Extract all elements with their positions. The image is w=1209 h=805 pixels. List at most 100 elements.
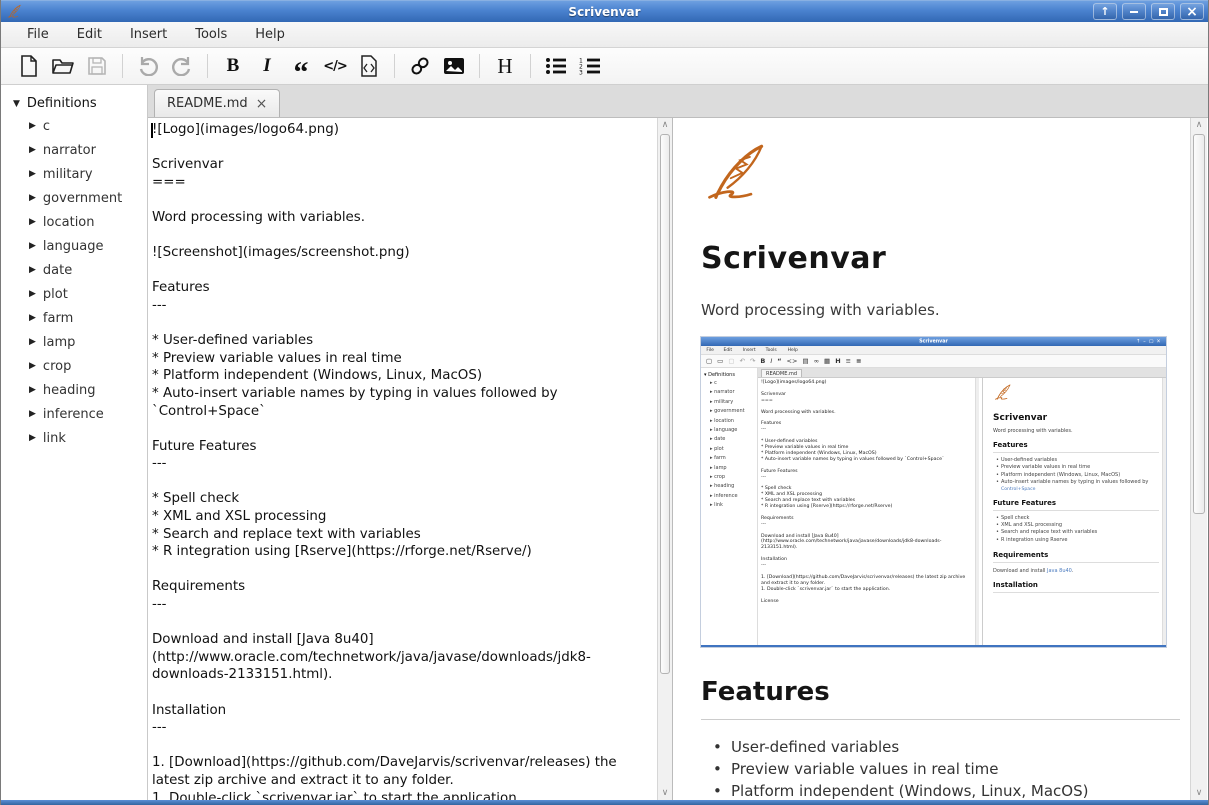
mini-feature-item: Auto-insert variable names by typing in …	[993, 479, 1159, 486]
mini-titlebar: Scrivenvar ↑ – ▢ ×	[701, 337, 1166, 346]
heading-rule	[701, 719, 1180, 720]
tab-readme[interactable]: README.md ×	[154, 89, 280, 117]
feature-item: Preview variable values in real time	[701, 758, 1180, 780]
mini-logo-quill	[993, 382, 1012, 404]
mini-code-chip: Control+Space	[993, 487, 1159, 492]
collapsed-arrow-icon: ▶	[29, 145, 36, 155]
mini-tree-item: ▸ inference	[704, 492, 757, 501]
undo-button[interactable]	[134, 52, 162, 80]
collapsed-arrow-icon: ▶	[29, 313, 36, 323]
mini-tab: README.md	[761, 369, 802, 377]
tree-item-label: narrator	[43, 143, 96, 158]
tree-item[interactable]: ▶ government	[1, 186, 147, 210]
quote-icon: “	[294, 68, 309, 78]
mini-future-list: Spell checkXML and XSL processingSearch …	[993, 515, 1159, 545]
tree-item[interactable]: ▶ crop	[1, 354, 147, 378]
markdown-editor[interactable]: ![Logo](images/logo64.png) Scrivenvar ==…	[149, 118, 657, 800]
tree-item[interactable]: ▶ military	[1, 162, 147, 186]
preview-scroll-thumb[interactable]	[1193, 134, 1205, 514]
toolbar-separator	[479, 54, 480, 78]
mini-future-heading: Future Features	[993, 499, 1159, 511]
redo-icon	[171, 56, 193, 76]
toolbar-separator	[207, 54, 208, 78]
bold-icon: B	[227, 55, 240, 77]
tree-item[interactable]: ▶ narrator	[1, 138, 147, 162]
mini-features-heading: Features	[993, 441, 1159, 453]
code-file-button[interactable]	[355, 52, 383, 80]
editor-scroll-thumb[interactable]	[660, 134, 670, 674]
editor-scrollbar[interactable]: ∧ ∨	[657, 118, 672, 800]
italic-button[interactable]: I	[253, 52, 281, 80]
tree-item[interactable]: ▶ inference	[1, 402, 147, 426]
quote-button[interactable]: “	[287, 52, 315, 80]
tree-item-label: lamp	[43, 335, 76, 350]
tree-item[interactable]: ▶ farm	[1, 306, 147, 330]
menu-file[interactable]: File	[13, 23, 63, 46]
code-button[interactable]: </>	[321, 52, 349, 80]
tree-root-definitions[interactable]: ▼ Definitions	[1, 93, 147, 114]
image-icon	[443, 57, 465, 75]
mini-requirements-text: Download and install Java 8u40.	[993, 568, 1159, 574]
scroll-up-icon[interactable]: ∧	[658, 118, 672, 132]
mini-window-title: Scrivenvar	[748, 339, 1120, 345]
scroll-down-icon[interactable]: ∨	[658, 786, 672, 800]
collapsed-arrow-icon: ▶	[29, 361, 36, 371]
expanded-arrow-icon: ▼	[13, 99, 20, 109]
mini-italic-icon	[770, 357, 772, 365]
tree-item-label: farm	[43, 311, 73, 326]
mini-toolbar	[701, 355, 1166, 368]
open-file-button[interactable]	[49, 52, 77, 80]
numbered-list-button[interactable]: 1 2 3	[576, 52, 604, 80]
image-button[interactable]	[440, 52, 468, 80]
menu-edit[interactable]: Edit	[63, 23, 116, 46]
numbered-list-icon: 1 2 3	[579, 57, 601, 75]
save-icon	[87, 56, 107, 76]
tree-item[interactable]: ▶ plot	[1, 282, 147, 306]
mini-quote-icon	[777, 357, 781, 365]
preview-tagline: Word processing with variables.	[701, 301, 1180, 319]
save-file-button[interactable]	[83, 52, 111, 80]
menu-tools[interactable]: Tools	[181, 23, 241, 46]
preview-scrollbar[interactable]: ∧ ∨	[1190, 118, 1207, 800]
window-title: Scrivenvar	[1, 5, 1208, 19]
menu-help[interactable]: Help	[241, 23, 299, 46]
tab-close-icon[interactable]: ×	[256, 96, 268, 112]
screenshot-image: Scrivenvar ↑ – ▢ × FileEditInsertToolsHe…	[701, 337, 1166, 647]
mini-menu-item: Insert	[743, 347, 756, 352]
collapsed-arrow-icon: ▶	[29, 385, 36, 395]
redo-button[interactable]	[168, 52, 196, 80]
maximize-button[interactable]	[1151, 3, 1175, 20]
unshade-button[interactable]	[1093, 3, 1117, 20]
new-file-button[interactable]	[15, 52, 43, 80]
mini-feature-item: Preview variable values in real time	[993, 464, 1159, 471]
mini-future-item: XML and XSL processing	[993, 522, 1159, 529]
mini-tree-item: ▸ crop	[704, 473, 757, 482]
tree-item[interactable]: ▶ date	[1, 258, 147, 282]
tree-item[interactable]: ▶ location	[1, 210, 147, 234]
collapsed-arrow-icon: ▶	[29, 121, 36, 131]
tree-item[interactable]: ▶ lamp	[1, 330, 147, 354]
bullet-list-icon	[545, 57, 567, 75]
menu-insert[interactable]: Insert	[116, 23, 181, 46]
bold-button[interactable]: B	[219, 52, 247, 80]
mini-features-list: User-defined variablesPreview variable v…	[993, 457, 1159, 487]
scroll-down-icon[interactable]: ∨	[1191, 786, 1207, 800]
link-button[interactable]	[406, 52, 434, 80]
tree-item[interactable]: ▶ link	[1, 426, 147, 450]
minimize-button[interactable]	[1122, 3, 1146, 20]
tree-item[interactable]: ▶ c	[1, 114, 147, 138]
tree-item[interactable]: ▶ language	[1, 234, 147, 258]
tree-item[interactable]: ▶ heading	[1, 378, 147, 402]
collapsed-arrow-icon: ▶	[29, 265, 36, 275]
scroll-up-icon[interactable]: ∧	[1191, 118, 1207, 132]
titlebar[interactable]: Scrivenvar	[1, 0, 1208, 22]
mini-menu-item: Help	[787, 347, 797, 352]
window-bottom-border	[1, 800, 1208, 805]
mini-tree-item: ▸ c	[704, 379, 757, 388]
heading-button[interactable]: H	[491, 52, 519, 80]
close-button[interactable]	[1180, 3, 1204, 20]
tree-root-label: Definitions	[27, 96, 97, 111]
mini-image-icon	[824, 357, 830, 365]
bullet-list-button[interactable]	[542, 52, 570, 80]
mini-future-item: R integration using Rserve	[993, 537, 1159, 544]
